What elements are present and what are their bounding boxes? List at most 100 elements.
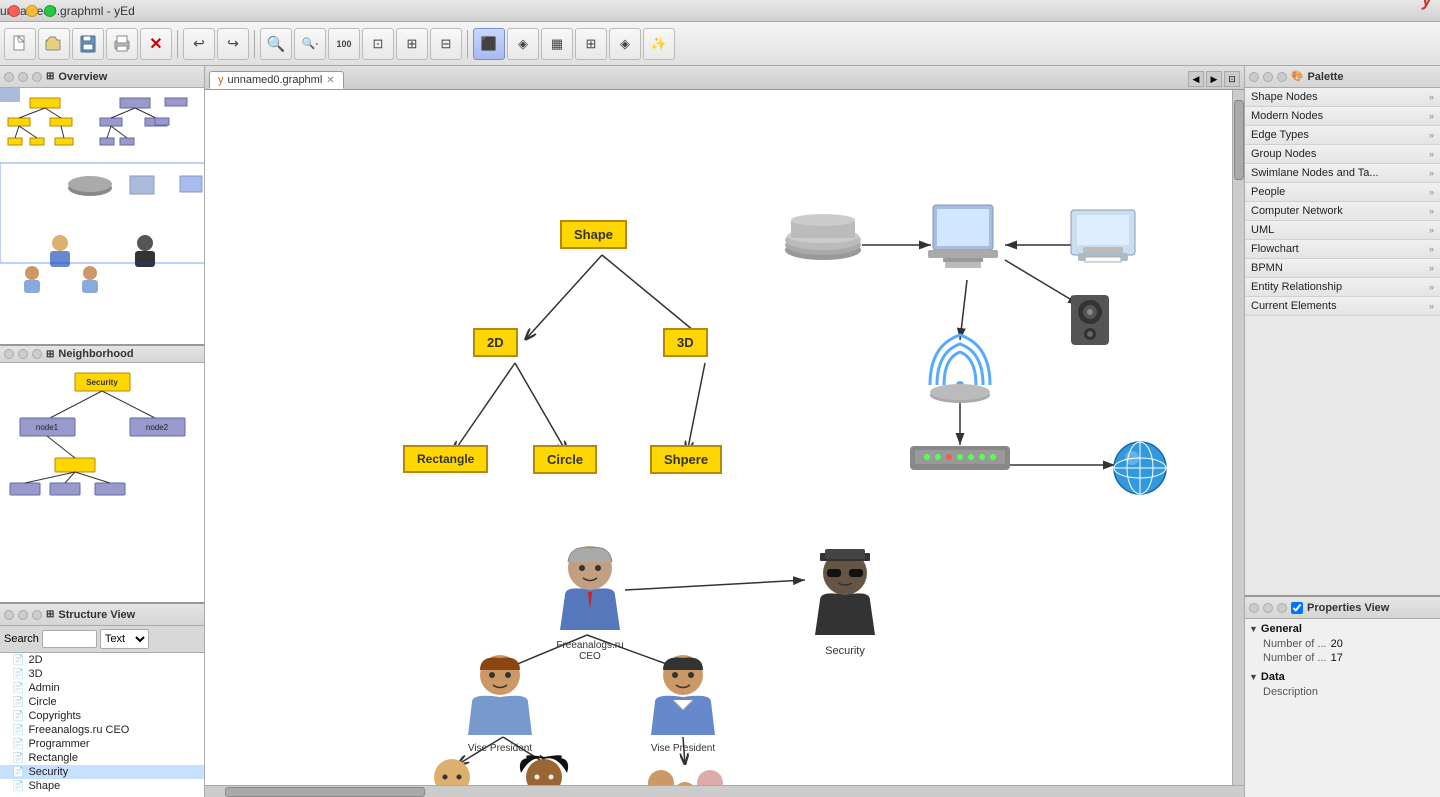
- structure-icon: ⊞: [46, 609, 54, 620]
- horizontal-scrollbar[interactable]: [205, 785, 1244, 797]
- palette-item-modern-nodes[interactable]: Modern Nodes »: [1245, 107, 1440, 126]
- person-copyrights[interactable]: Copyrights: [643, 755, 728, 785]
- search-input[interactable]: [42, 630, 97, 648]
- pr-dot-3: [1277, 603, 1287, 613]
- delete-button[interactable]: ✕: [140, 28, 172, 60]
- tree-item-copyrights[interactable]: 📄 Copyrights: [0, 709, 204, 723]
- close-button[interactable]: [8, 5, 20, 17]
- new-button[interactable]: [4, 28, 36, 60]
- center-panel: y unnamed0.graphml ✕ ◀ ▶ ⊡: [205, 66, 1244, 797]
- h-scroll-thumb[interactable]: [225, 787, 425, 797]
- tab-close-button[interactable]: ✕: [326, 75, 334, 86]
- network-printer[interactable]: [1063, 205, 1143, 268]
- palette-current-elements-label: Current Elements: [1251, 300, 1337, 312]
- right-panel: 🎨 Palette Shape Nodes » Modern Nodes » E…: [1244, 66, 1440, 797]
- tree-item-2d[interactable]: 📄 2D: [0, 653, 204, 667]
- tab-right-button[interactable]: ▶: [1206, 71, 1222, 87]
- palette-people-label: People: [1251, 186, 1285, 198]
- palette-swimlane-label: Swimlane Nodes and Ta...: [1251, 167, 1379, 179]
- undo-button[interactable]: ↩: [183, 28, 215, 60]
- node-2d[interactable]: 2D: [473, 328, 518, 357]
- node-shape[interactable]: Shape: [560, 220, 627, 249]
- palette-item-shape-nodes[interactable]: Shape Nodes »: [1245, 88, 1440, 107]
- tree-item-circle[interactable]: 📄 Circle: [0, 695, 204, 709]
- select-move-button[interactable]: ⬛: [473, 28, 505, 60]
- network-wifi[interactable]: [915, 330, 1005, 408]
- zoom-in-button[interactable]: 🔍: [260, 28, 292, 60]
- node-3d[interactable]: 3D: [663, 328, 708, 357]
- magic-button[interactable]: ✨: [643, 28, 675, 60]
- prop-row-description: Description: [1249, 685, 1436, 699]
- tab-unnamed[interactable]: y unnamed0.graphml ✕: [209, 71, 344, 89]
- fit-page-button[interactable]: ⊟: [430, 28, 462, 60]
- general-label: General: [1261, 623, 1302, 635]
- person-vp1[interactable]: Vise President: [460, 650, 540, 754]
- node-shpere[interactable]: Shpere: [650, 445, 722, 474]
- tree-item-programmer[interactable]: 📄 Programmer: [0, 737, 204, 751]
- panel-dot-2: [18, 72, 28, 82]
- grid-button[interactable]: ⊞: [575, 28, 607, 60]
- zoom-100-button[interactable]: 100: [328, 28, 360, 60]
- neighborhood-canvas[interactable]: Security node1 node2: [0, 363, 204, 602]
- zoom-out-button[interactable]: 🔍-: [294, 28, 326, 60]
- snap-button[interactable]: ◈: [609, 28, 641, 60]
- network-scanner[interactable]: [783, 210, 863, 268]
- palette-item-people[interactable]: People »: [1245, 183, 1440, 202]
- tree-item-shape[interactable]: 📄 Shape: [0, 779, 204, 793]
- vertical-scrollbar[interactable]: [1232, 90, 1244, 785]
- palette-item-flowchart[interactable]: Flowchart »: [1245, 240, 1440, 259]
- palette-item-swimlane[interactable]: Swimlane Nodes and Ta... »: [1245, 164, 1440, 183]
- tab-left-button[interactable]: ◀: [1188, 71, 1204, 87]
- maximize-panel-button[interactable]: ⊡: [1224, 71, 1240, 87]
- save-button[interactable]: [72, 28, 104, 60]
- network-laptop[interactable]: [923, 200, 1003, 273]
- neighborhood-header: ⊞ Neighborhood: [0, 346, 204, 363]
- palette-item-entity-relationship[interactable]: Entity Relationship »: [1245, 278, 1440, 297]
- v-scroll-thumb[interactable]: [1234, 100, 1244, 180]
- print-button[interactable]: [106, 28, 138, 60]
- minimize-button[interactable]: [26, 5, 38, 17]
- node-rectangle[interactable]: Rectangle: [403, 445, 488, 473]
- tree-item-freeanalogs[interactable]: 📄 Freeanalogs.ru CEO: [0, 723, 204, 737]
- main-layout: ⊞ Overview: [0, 66, 1440, 797]
- palette-item-group-nodes[interactable]: Group Nodes »: [1245, 145, 1440, 164]
- person-programmer[interactable]: Programmer: [507, 755, 582, 785]
- maximize-button[interactable]: [44, 5, 56, 17]
- network-speaker[interactable]: [1063, 290, 1118, 353]
- overview-canvas[interactable]: [0, 88, 204, 344]
- s-dot-3: [32, 610, 42, 620]
- tree-item-rectangle[interactable]: 📄 Rectangle: [0, 751, 204, 765]
- palette-entity-relationship-label: Entity Relationship: [1251, 281, 1342, 293]
- tree-label-3d: 3D: [28, 668, 42, 680]
- open-button[interactable]: [38, 28, 70, 60]
- person-admin[interactable]: Admin: [415, 755, 490, 785]
- search-type-select[interactable]: Text Label Type: [100, 629, 149, 649]
- zoom-actual-button[interactable]: ⊞: [396, 28, 428, 60]
- network-router[interactable]: [905, 438, 1015, 481]
- redo-button[interactable]: ↪: [217, 28, 249, 60]
- palette-item-uml[interactable]: UML »: [1245, 221, 1440, 240]
- palette-item-edge-types[interactable]: Edge Types »: [1245, 126, 1440, 145]
- palette-flowchart-label: Flowchart: [1251, 243, 1299, 255]
- person-ceo[interactable]: Freeanalogs.ru CEO: [550, 540, 630, 662]
- tree-icon-shape: 📄: [12, 781, 24, 792]
- n-dot-1: [4, 349, 14, 359]
- edge-tool-button[interactable]: ◈: [507, 28, 539, 60]
- node-circle[interactable]: Circle: [533, 445, 597, 474]
- layout-button[interactable]: ▦: [541, 28, 573, 60]
- zoom-fit-button[interactable]: ⊡: [362, 28, 394, 60]
- properties-checkbox[interactable]: [1291, 602, 1303, 614]
- graph-canvas[interactable]: Shape 2D 3D Rectangle Circle: [205, 90, 1232, 785]
- tab-icon: y: [218, 74, 224, 86]
- network-internet[interactable]: [1110, 438, 1170, 501]
- person-security[interactable]: Security: [805, 545, 885, 657]
- palette-item-computer-network[interactable]: Computer Network »: [1245, 202, 1440, 221]
- palette-item-bpmn[interactable]: BPMN »: [1245, 259, 1440, 278]
- person-vp2[interactable]: Vise President: [643, 650, 723, 754]
- palette-item-current-elements[interactable]: Current Elements »: [1245, 297, 1440, 316]
- tree-icon-circle: 📄: [12, 697, 24, 708]
- tree-item-admin[interactable]: 📄 Admin: [0, 681, 204, 695]
- tree-item-security[interactable]: 📄 Security: [0, 765, 204, 779]
- structure-canvas[interactable]: 📄 2D 📄 3D 📄 Admin 📄 Circle 📄 Copy: [0, 653, 204, 797]
- tree-item-3d[interactable]: 📄 3D: [0, 667, 204, 681]
